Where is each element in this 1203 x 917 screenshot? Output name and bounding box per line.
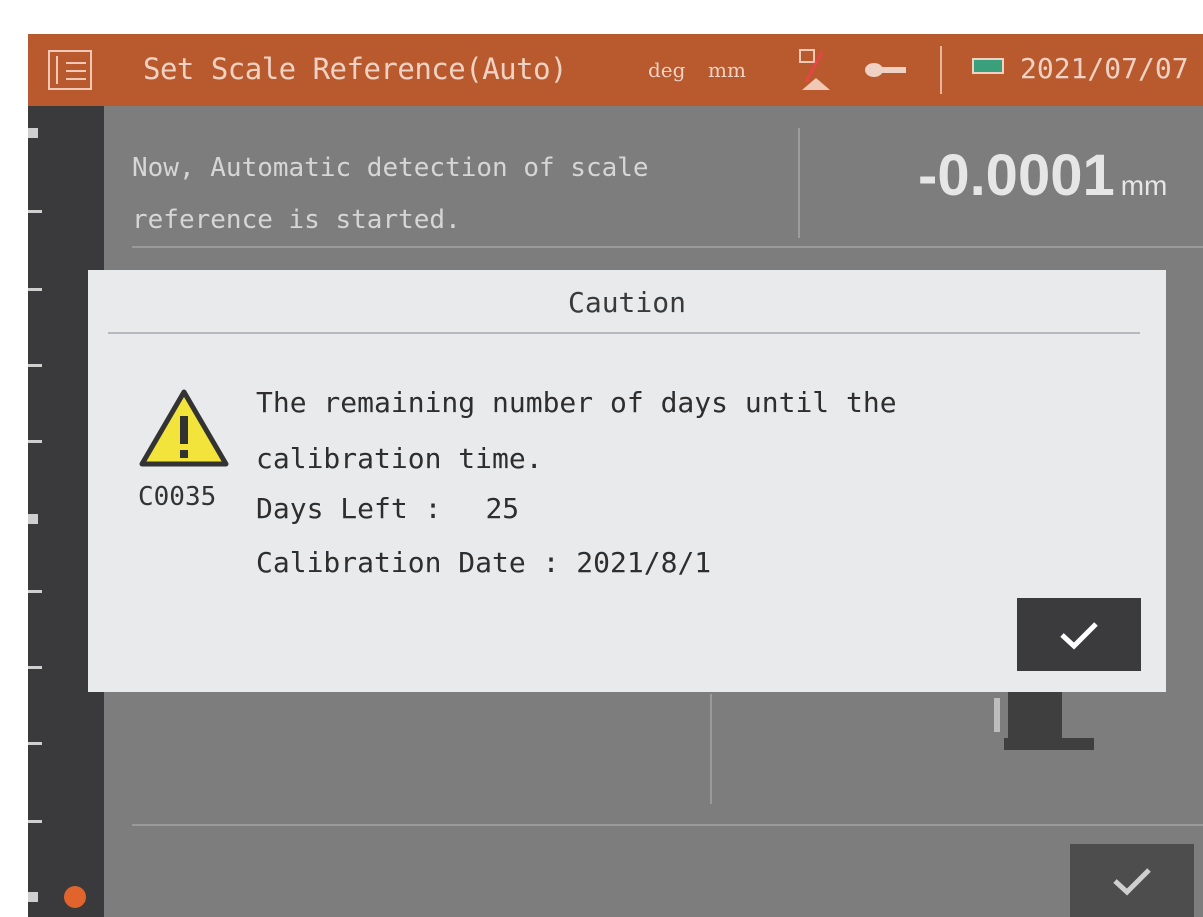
checkmark-icon — [1060, 621, 1098, 649]
calibration-date-row: Calibration Date : 2021/8/1 — [256, 546, 711, 579]
confirm-button[interactable] — [1070, 844, 1194, 917]
caution-code: C0035 — [138, 482, 217, 512]
status-message-line2: reference is started. — [132, 205, 461, 235]
days-left-label: Days Left : — [256, 492, 442, 525]
caution-message-line1: The remaining number of days until the — [256, 386, 897, 419]
screen-title: Set Scale Reference(Auto) — [143, 52, 568, 86]
sidebar-tick — [28, 288, 42, 291]
caution-dialog: Caution C0035 The remaining number of da… — [88, 270, 1166, 692]
date-display: 2021/07/07 — [1020, 52, 1189, 85]
footer-divider — [132, 824, 1203, 826]
value-unit: mm — [1120, 170, 1168, 201]
dialog-title: Caution — [567, 286, 686, 319]
sidebar-tick — [28, 742, 42, 745]
header-divider — [798, 128, 800, 238]
sidebar-tick — [28, 364, 42, 367]
angle-unit[interactable]: deg — [648, 58, 685, 82]
sidebar-tick — [28, 820, 42, 823]
sidebar-tick — [28, 514, 38, 524]
calibration-date-label: Calibration Date : — [256, 546, 560, 579]
sidebar-tick — [28, 590, 42, 593]
value-number: -0.0001 — [918, 143, 1115, 208]
warning-icon — [139, 389, 229, 467]
sidebar-tick — [28, 666, 42, 669]
length-unit[interactable]: mm — [708, 58, 746, 82]
sidebar-tick — [28, 128, 38, 138]
sidebar-tick — [28, 892, 38, 902]
sidebar-tick — [28, 210, 42, 213]
days-left-value: 25 — [485, 492, 520, 525]
dialog-ok-button[interactable] — [1017, 598, 1141, 671]
status-message: Now, Automatic detection of scale refere… — [132, 142, 649, 246]
indicator-dot — [64, 886, 86, 908]
status-message-line1: Now, Automatic detection of scale — [132, 153, 649, 183]
title-bar: Set Scale Reference(Auto) deg mm 2021/07… — [28, 34, 1203, 106]
menu-icon[interactable] — [48, 50, 92, 90]
key-icon — [865, 63, 906, 77]
days-left-row: Days Left : 25 — [256, 492, 519, 525]
probe-icon — [799, 49, 830, 90]
measurement-value: -0.0001 mm — [918, 142, 1167, 209]
stand-icon — [994, 688, 1094, 750]
calibration-date-value: 2021/8/1 — [576, 546, 712, 579]
dialog-divider — [108, 332, 1140, 334]
checkmark-icon — [1113, 867, 1151, 895]
sidebar-tick — [28, 440, 42, 443]
battery-icon — [972, 58, 1004, 74]
titlebar-separator — [940, 46, 942, 94]
caution-message-line2: calibration time. — [256, 442, 543, 475]
device-screen: Set Scale Reference(Auto) deg mm 2021/07… — [28, 34, 1203, 917]
content-divider-vertical — [710, 694, 712, 804]
content-divider — [132, 246, 1203, 248]
